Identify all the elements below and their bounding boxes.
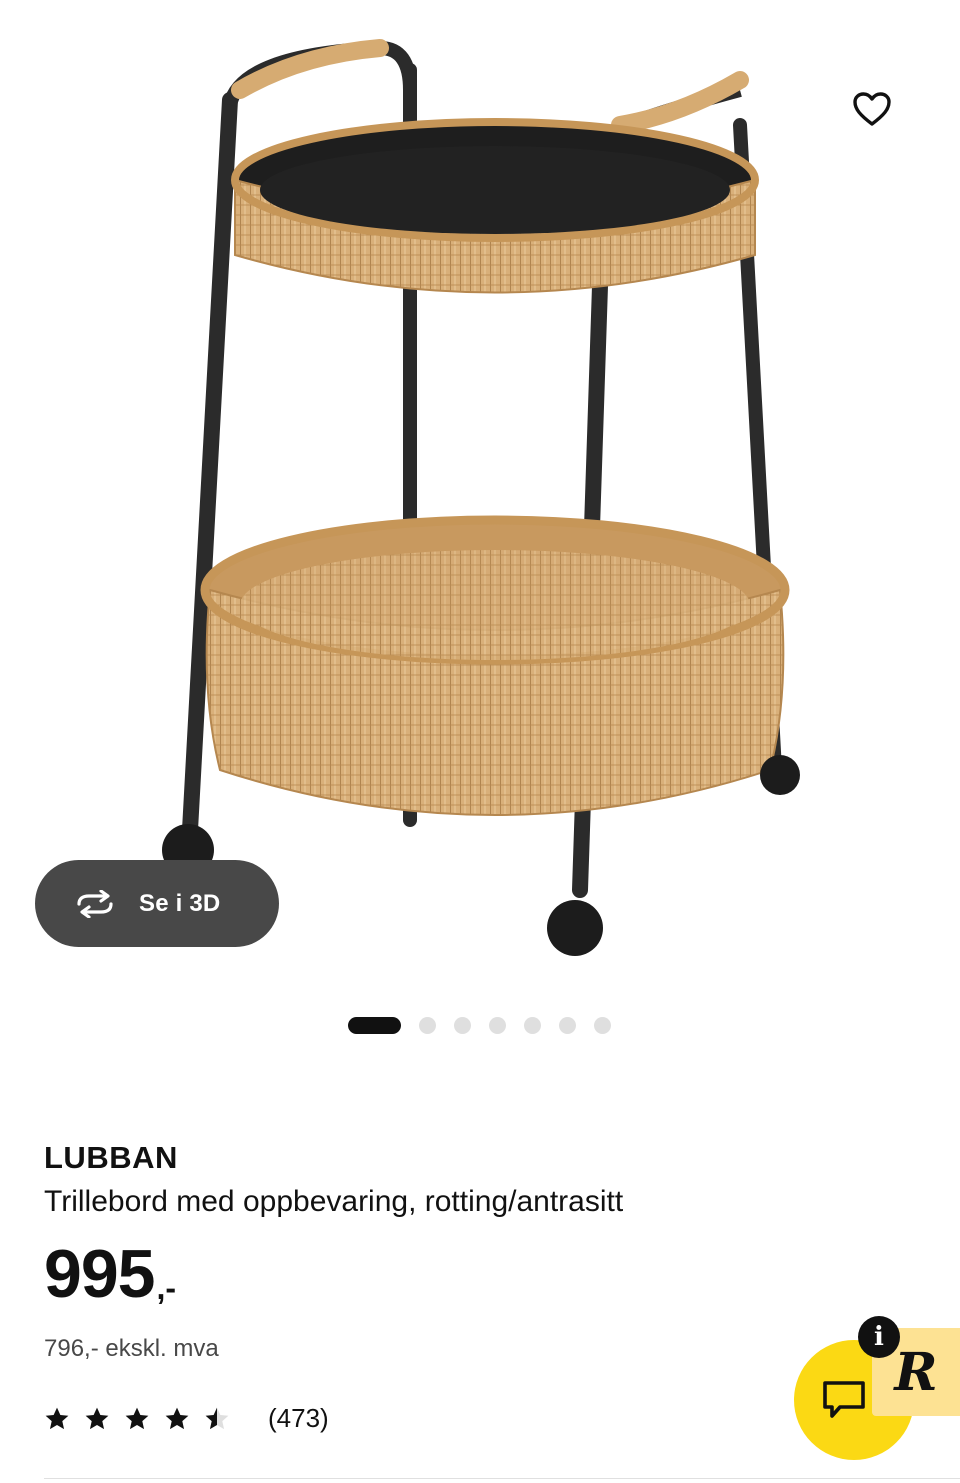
star-half-icon	[205, 1407, 229, 1429]
carousel-dot-4[interactable]	[489, 1016, 506, 1034]
review-count[interactable]: (473)	[268, 1403, 329, 1434]
star-full-icon	[45, 1407, 69, 1429]
product-description: Trillebord med oppbevaring, rotting/antr…	[44, 1185, 624, 1218]
rakuten-logo: R	[894, 1341, 938, 1403]
view-in-3d-button[interactable]: Se i 3D	[35, 860, 279, 947]
carousel-dot-6[interactable]	[559, 1016, 576, 1034]
heart-outline-icon	[853, 92, 891, 126]
carousel-dot-3[interactable]	[454, 1016, 471, 1034]
rating-stars	[44, 1406, 244, 1432]
price-suffix: ,-	[156, 1270, 177, 1306]
star-full-icon	[85, 1407, 109, 1429]
carousel-dot-7[interactable]	[594, 1016, 611, 1034]
product-brand: LUBBAN	[44, 1140, 178, 1175]
carousel-dot-2[interactable]	[419, 1016, 436, 1034]
chat-icon	[823, 1381, 865, 1418]
section-divider	[44, 1478, 960, 1479]
carousel-pagination[interactable]	[348, 1016, 629, 1034]
rotate-3d-icon	[73, 889, 119, 919]
star-full-icon	[125, 1407, 149, 1429]
info-icon[interactable]: i	[858, 1316, 900, 1358]
product-image-gallery[interactable]: Se i 3D	[0, 0, 960, 1000]
product-price: 995 ,-	[44, 1240, 176, 1308]
star-full-icon	[165, 1407, 189, 1429]
carousel-dot-5[interactable]	[524, 1016, 541, 1034]
product-rating[interactable]: (473)	[44, 1403, 329, 1434]
favourite-button[interactable]	[846, 86, 898, 132]
price-amount: 995	[44, 1236, 155, 1312]
view-in-3d-label: Se i 3D	[139, 889, 221, 917]
price-excl-vat: 796,- ekskl. mva	[44, 1335, 219, 1362]
carousel-dot-1[interactable]	[348, 1016, 401, 1034]
product-image[interactable]	[140, 30, 840, 980]
